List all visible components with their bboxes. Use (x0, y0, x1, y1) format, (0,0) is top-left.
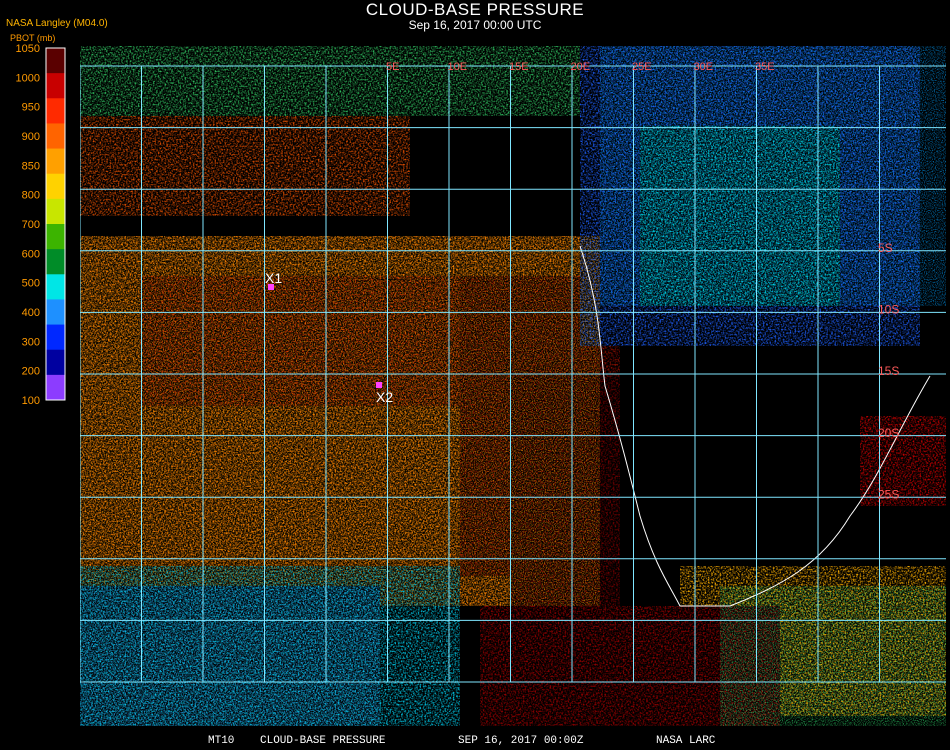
legend-tick-label: 200 (22, 366, 40, 378)
footer-date: SEP 16, 2017 00:00Z (458, 735, 584, 747)
latitude-label: 15S (878, 364, 899, 378)
legend-swatch (46, 123, 65, 150)
footer-name: CLOUD-BASE PRESSURE (260, 735, 386, 747)
legend-swatch (46, 173, 65, 200)
cloud-base-pressure-map: 5S 10S 15S 20S 25S 5E 10E 15E 20E 25E 30E 35E X1 X… (80, 46, 946, 726)
legend-swatch (46, 274, 65, 300)
footer-source: NASA LARC (656, 735, 716, 747)
legend-swatch (46, 48, 65, 74)
map-title: CLOUD-BASE PRESSURE (365, 0, 585, 19)
legend-swatch (46, 324, 65, 351)
legend-swatch (46, 98, 65, 124)
producer-label: NASA Langley (M04.0) (6, 18, 108, 29)
legend-tick-label: 300 (22, 336, 40, 348)
legend-swatch (46, 299, 65, 326)
legend-tick-label: 850 (22, 160, 40, 172)
latitude-label: 25S (878, 487, 899, 501)
legend-swatch (46, 73, 65, 99)
legend-tick-label: 400 (22, 307, 40, 319)
legend-tick-label: 1050 (16, 44, 40, 55)
legend-swatch (46, 224, 65, 250)
legend-tick-label: 1000 (16, 72, 40, 84)
legend-tick-label: 700 (22, 219, 40, 231)
legend-swatch (46, 198, 65, 225)
latitude-label: 5S (878, 241, 893, 255)
longitude-label: 20E (571, 61, 591, 73)
legend-tick-label: 100 (22, 395, 40, 404)
legend-swatch (46, 249, 65, 275)
longitude-label: 30E (694, 61, 714, 73)
legend-tick-label: 800 (22, 190, 40, 202)
legend-swatch (46, 374, 65, 401)
latitude-label: 10S (878, 303, 899, 317)
footer-product: MT10 (208, 735, 235, 747)
latitude-label: 20S (878, 426, 899, 440)
longitude-label: 35E (755, 61, 775, 73)
longitude-label: 10E (448, 61, 468, 73)
color-legend: 1050 1000 950 900 850 800 700 600 500 400 300 200 10… (16, 44, 66, 404)
marker-x1-label: X1 (265, 270, 282, 286)
marker-x2-label: X2 (376, 389, 393, 405)
legend-swatch (46, 349, 65, 376)
longitude-label: 15E (509, 61, 529, 73)
units-label: PBOT (mb) (10, 33, 56, 43)
legend-swatch (46, 148, 65, 175)
map-datetime: Sep 16, 2017 00:00 UTC (408, 18, 542, 32)
longitude-label: 25E (632, 61, 652, 73)
legend-tick-label: 500 (22, 278, 40, 290)
legend-tick-label: 950 (22, 102, 40, 114)
legend-tick-label: 900 (22, 131, 40, 143)
legend-tick-label: 600 (22, 248, 40, 260)
longitude-label: 5E (386, 61, 399, 73)
